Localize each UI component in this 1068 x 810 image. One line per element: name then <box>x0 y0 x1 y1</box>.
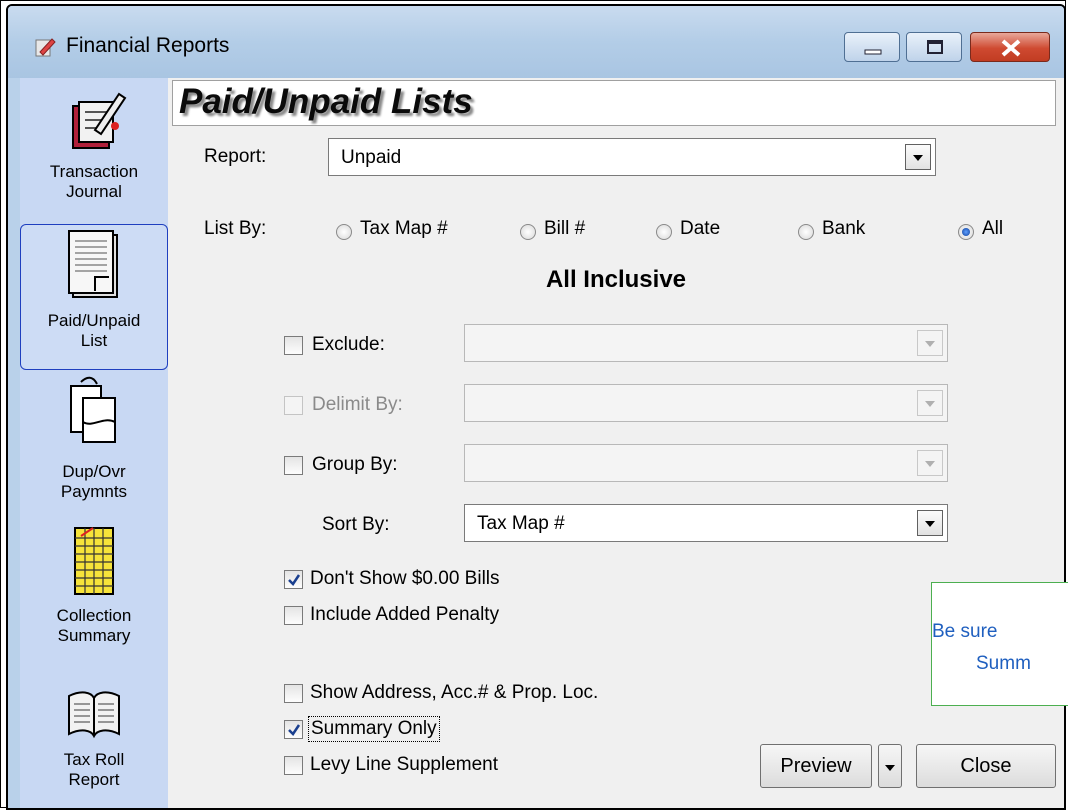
title-bar[interactable]: Financial Reports <box>8 6 1064 78</box>
report-value: Unpaid <box>341 147 402 168</box>
list-by-label: List By: <box>204 218 267 239</box>
show-address-label[interactable]: Show Address, Acc.# & Prop. Loc. <box>310 682 598 704</box>
duplicate-payments-icon <box>70 376 116 443</box>
radio-bank-label[interactable]: Bank <box>822 218 865 240</box>
exclude-select[interactable] <box>464 324 948 362</box>
preview-button-label: Preview <box>780 755 852 777</box>
chevron-down-icon <box>925 461 935 467</box>
levy-line-supplement-label[interactable]: Levy Line Supplement <box>310 754 498 776</box>
sort-by-select[interactable]: Tax Map # <box>464 504 948 542</box>
sidebar-item-dup-ovr-paymnts[interactable]: Dup/Ovr Paymnts <box>20 376 168 512</box>
radio-date[interactable] <box>656 224 672 240</box>
group-by-checkbox[interactable] <box>284 456 303 475</box>
open-book-icon <box>68 691 120 739</box>
chevron-down-icon <box>925 521 935 527</box>
sidebar-item-tax-roll-report[interactable]: Tax Roll Report <box>20 688 168 806</box>
chevron-down-icon <box>885 765 895 771</box>
sidebar-item-transaction-journal[interactable]: Transaction Journal <box>20 88 168 214</box>
include-added-penalty-checkbox[interactable] <box>284 606 303 625</box>
sort-by-dropdown-button[interactable] <box>917 510 943 536</box>
chevron-down-icon <box>925 341 935 347</box>
page-title-box: Paid/Unpaid Lists <box>172 80 1056 126</box>
chevron-down-icon <box>913 155 923 161</box>
levy-line-supplement-checkbox[interactable] <box>284 756 303 775</box>
checkmark-icon <box>288 724 301 736</box>
report-select[interactable]: Unpaid <box>328 138 936 176</box>
document-list-icon <box>68 230 118 298</box>
sidebar-label-line2: List <box>80 331 108 350</box>
report-label: Report: <box>204 146 267 167</box>
close-icon <box>1001 39 1021 57</box>
chevron-down-icon <box>925 401 935 407</box>
radio-bill[interactable] <box>520 224 536 240</box>
close-button-label: Close <box>960 755 1012 777</box>
exclude-dropdown-button[interactable] <box>917 330 943 356</box>
radio-all-label[interactable]: All <box>982 218 1003 240</box>
preview-options-button[interactable] <box>878 744 902 788</box>
sidebar-label-line1: Transaction <box>49 162 139 181</box>
callout-note: Be sure Summ <box>931 582 1068 706</box>
sort-by-value: Tax Map # <box>477 513 565 534</box>
sidebar-label-line1: Tax Roll <box>63 750 125 769</box>
radio-bill-label[interactable]: Bill # <box>544 218 585 240</box>
report-sidebar: Transaction Journal Paid/Unpaid List Dup… <box>20 78 168 808</box>
report-dropdown-button[interactable] <box>905 144 931 170</box>
minimize-icon <box>864 49 882 55</box>
list-mode-title: All Inclusive <box>545 266 687 293</box>
group-by-dropdown-button[interactable] <box>917 450 943 476</box>
sidebar-item-collection-summary[interactable]: Collection Summary <box>20 524 168 656</box>
page-title: Paid/Unpaid Lists <box>179 82 473 121</box>
show-address-checkbox[interactable] <box>284 684 303 703</box>
sidebar-item-paid-unpaid-list[interactable]: Paid/Unpaid List <box>20 224 168 370</box>
group-by-label[interactable]: Group By: <box>312 454 398 476</box>
summary-only-checkbox[interactable] <box>284 720 303 739</box>
radio-date-label[interactable]: Date <box>680 218 720 240</box>
sort-by-label: Sort By: <box>322 514 390 535</box>
financial-reports-window: Financial Reports Transaction Journal Pa… <box>6 4 1066 810</box>
close-window-button[interactable] <box>970 32 1050 62</box>
delimit-by-select[interactable] <box>464 384 948 422</box>
summary-only-label[interactable]: Summary Only <box>308 716 440 742</box>
radio-bank[interactable] <box>798 224 814 240</box>
spreadsheet-icon <box>74 527 114 595</box>
journal-book-icon <box>72 92 127 149</box>
delimit-by-label[interactable]: Delimit By: <box>312 394 403 416</box>
preview-button[interactable]: Preview <box>760 744 872 788</box>
delimit-by-checkbox[interactable] <box>284 396 303 415</box>
app-icon <box>35 38 56 57</box>
maximize-icon <box>927 40 943 54</box>
sidebar-label-line2: Paymnts <box>60 482 128 501</box>
window-title: Financial Reports <box>66 34 230 57</box>
sidebar-label-line2: Report <box>68 770 120 789</box>
callout-line1: Be sure <box>932 621 998 642</box>
radio-tax-map[interactable] <box>336 224 352 240</box>
maximize-button[interactable] <box>906 32 962 62</box>
radio-all[interactable] <box>958 224 974 240</box>
exclude-checkbox[interactable] <box>284 336 303 355</box>
include-added-penalty-label[interactable]: Include Added Penalty <box>310 604 499 626</box>
report-options-panel: Paid/Unpaid Lists Report: Unpaid List By… <box>168 78 1064 808</box>
delimit-by-dropdown-button[interactable] <box>917 390 943 416</box>
callout-line2: Summ <box>976 653 1031 674</box>
minimize-button[interactable] <box>844 32 900 62</box>
checkmark-icon <box>288 574 301 586</box>
sidebar-label-line2: Summary <box>57 626 131 645</box>
sidebar-label-line1: Paid/Unpaid <box>47 311 141 330</box>
dont-show-zero-bills-label[interactable]: Don't Show $0.00 Bills <box>310 568 500 590</box>
sidebar-label-line2: Journal <box>66 182 122 201</box>
close-button[interactable]: Close <box>916 744 1056 788</box>
radio-tax-map-label[interactable]: Tax Map # <box>360 218 448 240</box>
dont-show-zero-bills-checkbox[interactable] <box>284 570 303 589</box>
exclude-label[interactable]: Exclude: <box>312 334 385 356</box>
sidebar-label-line1: Dup/Ovr <box>62 462 126 481</box>
sidebar-label-line1: Collection <box>56 606 132 625</box>
group-by-select[interactable] <box>464 444 948 482</box>
